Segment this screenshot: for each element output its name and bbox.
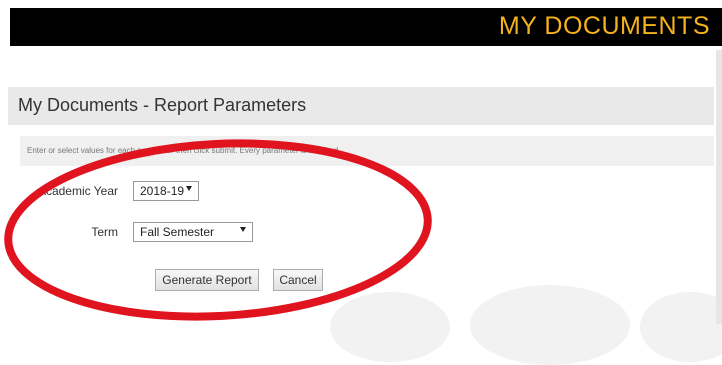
site-header: MY DOCUMENTS: [10, 8, 722, 46]
scrollbar-track: [716, 50, 722, 324]
academic-year-select[interactable]: 2018-19: [133, 181, 199, 201]
academic-year-label: Academic Year: [37, 184, 118, 198]
chevron-down-icon: [186, 186, 192, 191]
academic-year-value: 2018-19: [140, 184, 185, 198]
instruction-bar: Enter or select values for each paramete…: [20, 136, 714, 166]
chevron-down-icon: [240, 227, 246, 232]
panel-header: My Documents - Report Parameters: [8, 87, 714, 125]
cancel-button[interactable]: Cancel: [273, 269, 323, 291]
panel-title: My Documents - Report Parameters: [18, 95, 307, 115]
background-shape: [330, 292, 450, 362]
background-shape: [470, 285, 630, 365]
background-shape: [640, 292, 722, 362]
header-title: MY DOCUMENTS: [498, 12, 710, 40]
instruction-text: Enter or select values for each paramete…: [27, 146, 341, 155]
generate-report-button[interactable]: Generate Report: [155, 269, 259, 291]
term-select[interactable]: Fall Semester: [133, 222, 253, 242]
term-label: Term: [91, 225, 118, 239]
term-value: Fall Semester: [140, 225, 215, 239]
